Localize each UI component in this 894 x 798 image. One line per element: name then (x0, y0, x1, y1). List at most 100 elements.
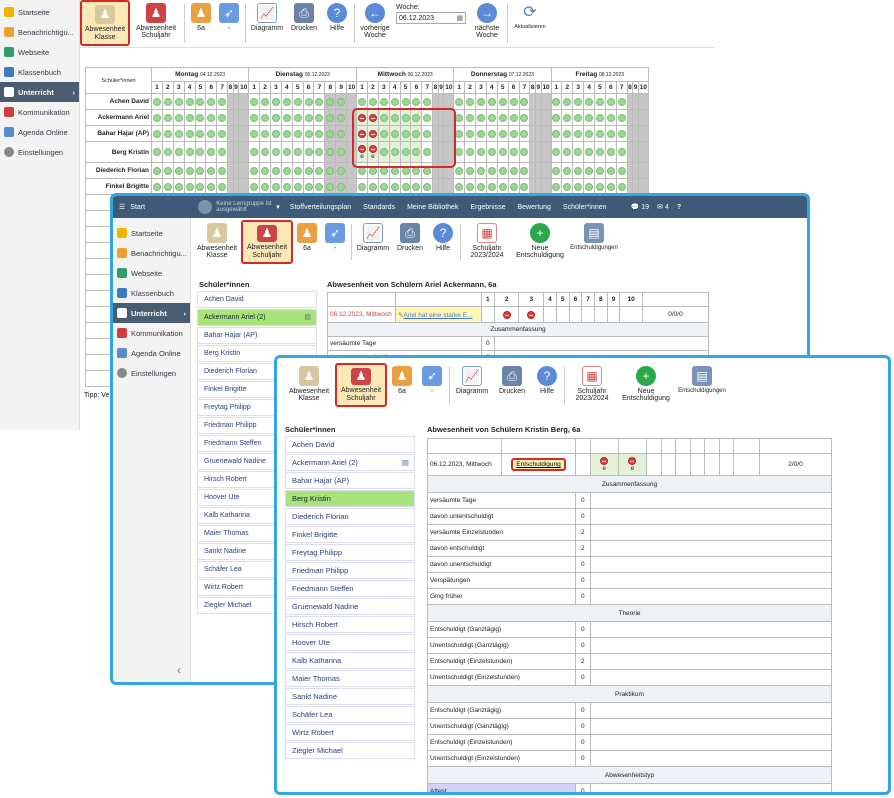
period-cell[interactable] (464, 125, 477, 142)
period-cell[interactable] (172, 125, 185, 142)
period-cell[interactable] (637, 125, 650, 142)
schuljahr-select[interactable]: ▦ Schuljahr 2023/2024 (463, 220, 511, 263)
period-cell[interactable] (540, 93, 552, 110)
period-cell[interactable] (485, 162, 498, 179)
drucken-button[interactable]: ⎙ Drucken (492, 363, 532, 398)
schueler-link[interactable]: Schüler*innen (563, 204, 607, 211)
period-cell[interactable] (151, 93, 163, 110)
period-cell[interactable] (572, 109, 585, 126)
abwesenheit-klasse-button[interactable]: ♟ Abwesenheit Klasse (193, 220, 241, 263)
drucken-button[interactable]: ⎙ Drucken (286, 0, 322, 35)
period-cell[interactable] (259, 125, 271, 142)
sidebar-item-unterricht[interactable]: Unterricht › (0, 82, 79, 102)
student-name[interactable]: Bahar Hajar (AP) (85, 125, 152, 142)
period-cell[interactable] (216, 141, 229, 163)
period-cell[interactable] (161, 93, 174, 110)
period-cell[interactable] (615, 93, 628, 110)
period-cell[interactable] (183, 93, 196, 110)
period-cell[interactable] (172, 109, 185, 126)
period-cell[interactable] (485, 141, 498, 163)
period-cell[interactable] (151, 141, 163, 163)
period-cell[interactable] (637, 109, 650, 126)
period-cell[interactable] (335, 162, 348, 179)
entschuldigung-link[interactable]: Entschuldigung (511, 458, 566, 471)
aktualisieren-button[interactable]: ⟳ Aktualisieren (510, 0, 550, 34)
entschuldigung-link[interactable]: ✎Ariel hat eine starke E... (395, 306, 482, 323)
period-cell[interactable] (205, 125, 218, 142)
menu-icon[interactable]: ☰ (119, 203, 125, 211)
period-cell[interactable] (205, 93, 218, 110)
klasse-select[interactable]: ♟ 6a (293, 220, 321, 255)
period-cell[interactable] (594, 125, 606, 142)
list-item[interactable]: Hoover Ute (285, 634, 415, 651)
period-cell[interactable] (561, 162, 574, 179)
hilfe-button[interactable]: ? Hilfe (322, 0, 352, 35)
sidebar-item-benachrichtigungen[interactable]: Benachrichtigu... (0, 22, 79, 42)
period-cell[interactable] (464, 162, 477, 179)
period-cell[interactable] (550, 109, 563, 126)
period-cell[interactable] (259, 109, 271, 126)
start-link[interactable]: Start (130, 204, 190, 211)
list-item[interactable]: Maier Thomas (285, 670, 415, 687)
period-cell[interactable] (518, 162, 531, 179)
period-cell[interactable] (302, 141, 315, 163)
period-cell[interactable] (194, 109, 207, 126)
period-cell[interactable] (518, 109, 531, 126)
period-cell[interactable] (151, 109, 163, 126)
period-cell[interactable] (335, 141, 348, 163)
period-cell[interactable] (280, 109, 293, 126)
period-cell[interactable] (183, 162, 196, 179)
period-cell[interactable] (561, 109, 574, 126)
period-cell[interactable] (302, 125, 315, 142)
period-cell[interactable] (238, 162, 250, 179)
period-cell[interactable] (324, 141, 337, 163)
period-cell[interactable] (238, 109, 250, 126)
period-cell[interactable] (259, 141, 271, 163)
period-cell[interactable] (216, 109, 229, 126)
period-cell[interactable] (485, 125, 498, 142)
period-cell[interactable] (572, 162, 585, 179)
list-item[interactable]: Bahar Hajar (AP) (197, 327, 317, 344)
period-cell[interactable] (205, 109, 218, 126)
list-item[interactable]: Ackermann Ariel (2) ▤ (285, 454, 415, 471)
period-cell[interactable] (313, 141, 326, 163)
period-cell[interactable] (594, 141, 606, 163)
period-cell[interactable] (291, 125, 304, 142)
period-cell[interactable] (507, 162, 520, 179)
period-cell[interactable] (313, 162, 326, 179)
period-cell[interactable] (238, 93, 250, 110)
period-cell[interactable] (615, 109, 628, 126)
period-cell[interactable] (637, 141, 650, 163)
period-cell[interactable] (259, 162, 271, 179)
sidebar-item-kommunikation[interactable]: Kommunikation (113, 323, 190, 343)
list-item[interactable]: Bahar Hajar (AP) (285, 472, 415, 489)
period-cell[interactable] (172, 93, 185, 110)
period-cell[interactable] (507, 141, 520, 163)
list-item[interactable]: Hirsch Robert (285, 616, 415, 633)
list-item[interactable]: Achen David (285, 436, 415, 453)
period-cell[interactable] (313, 109, 326, 126)
period-cell[interactable] (540, 141, 552, 163)
period-cell[interactable] (507, 93, 520, 110)
period-cell[interactable] (464, 93, 477, 110)
abwesenheit-klasse-button[interactable]: ♟ Abwesenheit Klasse (283, 363, 335, 406)
period-cell[interactable] (151, 125, 163, 142)
list-item[interactable]: Achen David (197, 291, 317, 308)
period-cell[interactable] (615, 141, 628, 163)
bibliothek-link[interactable]: Meine Bibliothek (407, 204, 458, 211)
abwesenheit-schuljahr-button[interactable]: ♟ Abwesenheit Schuljahr (241, 220, 293, 264)
period-cell[interactable] (205, 162, 218, 179)
help-icon[interactable]: ? (677, 204, 681, 211)
period-cell[interactable] (172, 141, 185, 163)
period-cell[interactable] (496, 125, 509, 142)
list-item[interactable]: Ziegler Michael (285, 742, 415, 759)
period-cell[interactable] (615, 162, 628, 179)
list-item[interactable]: Finkel Brigitte (285, 526, 415, 543)
bewertung-link[interactable]: Bewertung (517, 204, 550, 211)
period-cell[interactable] (604, 109, 617, 126)
period-cell[interactable] (583, 93, 596, 110)
period-cell[interactable] (507, 109, 520, 126)
filter-select[interactable]: ➶ - (321, 220, 349, 255)
period-cell[interactable] (302, 93, 315, 110)
filter-select[interactable]: ➶ - (215, 0, 243, 35)
